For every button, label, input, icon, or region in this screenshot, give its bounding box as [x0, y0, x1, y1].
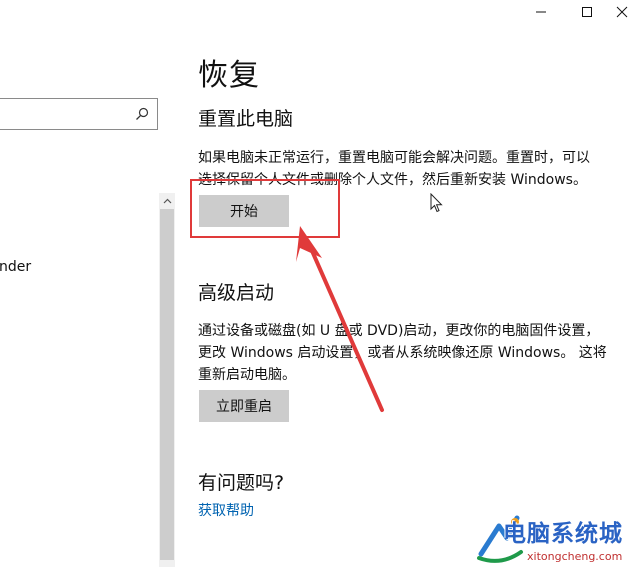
minimize-icon — [536, 11, 546, 13]
annotation-highlight-box — [190, 179, 340, 238]
settings-search-box[interactable] — [0, 98, 158, 130]
sidebar-scrollbar[interactable] — [159, 193, 175, 567]
page-title: 恢复 — [198, 58, 260, 93]
close-button[interactable] — [610, 0, 634, 24]
maximize-icon — [582, 7, 592, 17]
watermark-title: 电脑系统城 — [503, 521, 623, 547]
reset-pc-heading: 重置此电脑 — [198, 108, 294, 130]
reset-desc-line: 如果电脑未正常运行，重置电脑可能会解决问题。重置时，可以 — [198, 150, 590, 166]
search-input[interactable] — [0, 99, 129, 129]
advanced-desc-line: 更改 Windows 启动设置，或者从系统映像还原 Windows。 这将 — [198, 345, 607, 361]
chevron-up-icon — [163, 198, 171, 204]
scroll-thumb[interactable] — [160, 209, 174, 560]
scroll-up-button[interactable] — [159, 193, 175, 209]
sidebar-item-label: nder — [0, 259, 32, 275]
advanced-desc-line: 通过设备或磁盘(如 U 盘或 DVD)启动，更改你的电脑固件设置， — [198, 323, 600, 339]
maximize-button[interactable] — [564, 0, 610, 24]
annotation-arrow-icon — [296, 226, 384, 412]
restart-now-button[interactable]: 立即重启 — [199, 390, 289, 422]
get-help-link[interactable]: 获取帮助 — [198, 500, 254, 520]
close-icon — [616, 6, 628, 18]
advanced-startup-heading: 高级启动 — [198, 282, 275, 304]
advanced-desc-line: 重新启动电脑。 — [198, 367, 296, 383]
minimize-button[interactable] — [518, 0, 564, 24]
watermark-url: xitongcheng.com — [527, 550, 623, 563]
site-watermark: 电脑系统城 xitongcheng.com — [475, 508, 633, 567]
sidebar-item-windows-defender[interactable]: nder — [0, 259, 31, 275]
advanced-startup-description: 通过设备或磁盘(如 U 盘或 DVD)启动，更改你的电脑固件设置， 更改 Win… — [198, 320, 628, 386]
cursor-icon — [430, 193, 443, 213]
help-heading: 有问题吗? — [198, 472, 285, 494]
search-icon[interactable] — [135, 107, 149, 121]
